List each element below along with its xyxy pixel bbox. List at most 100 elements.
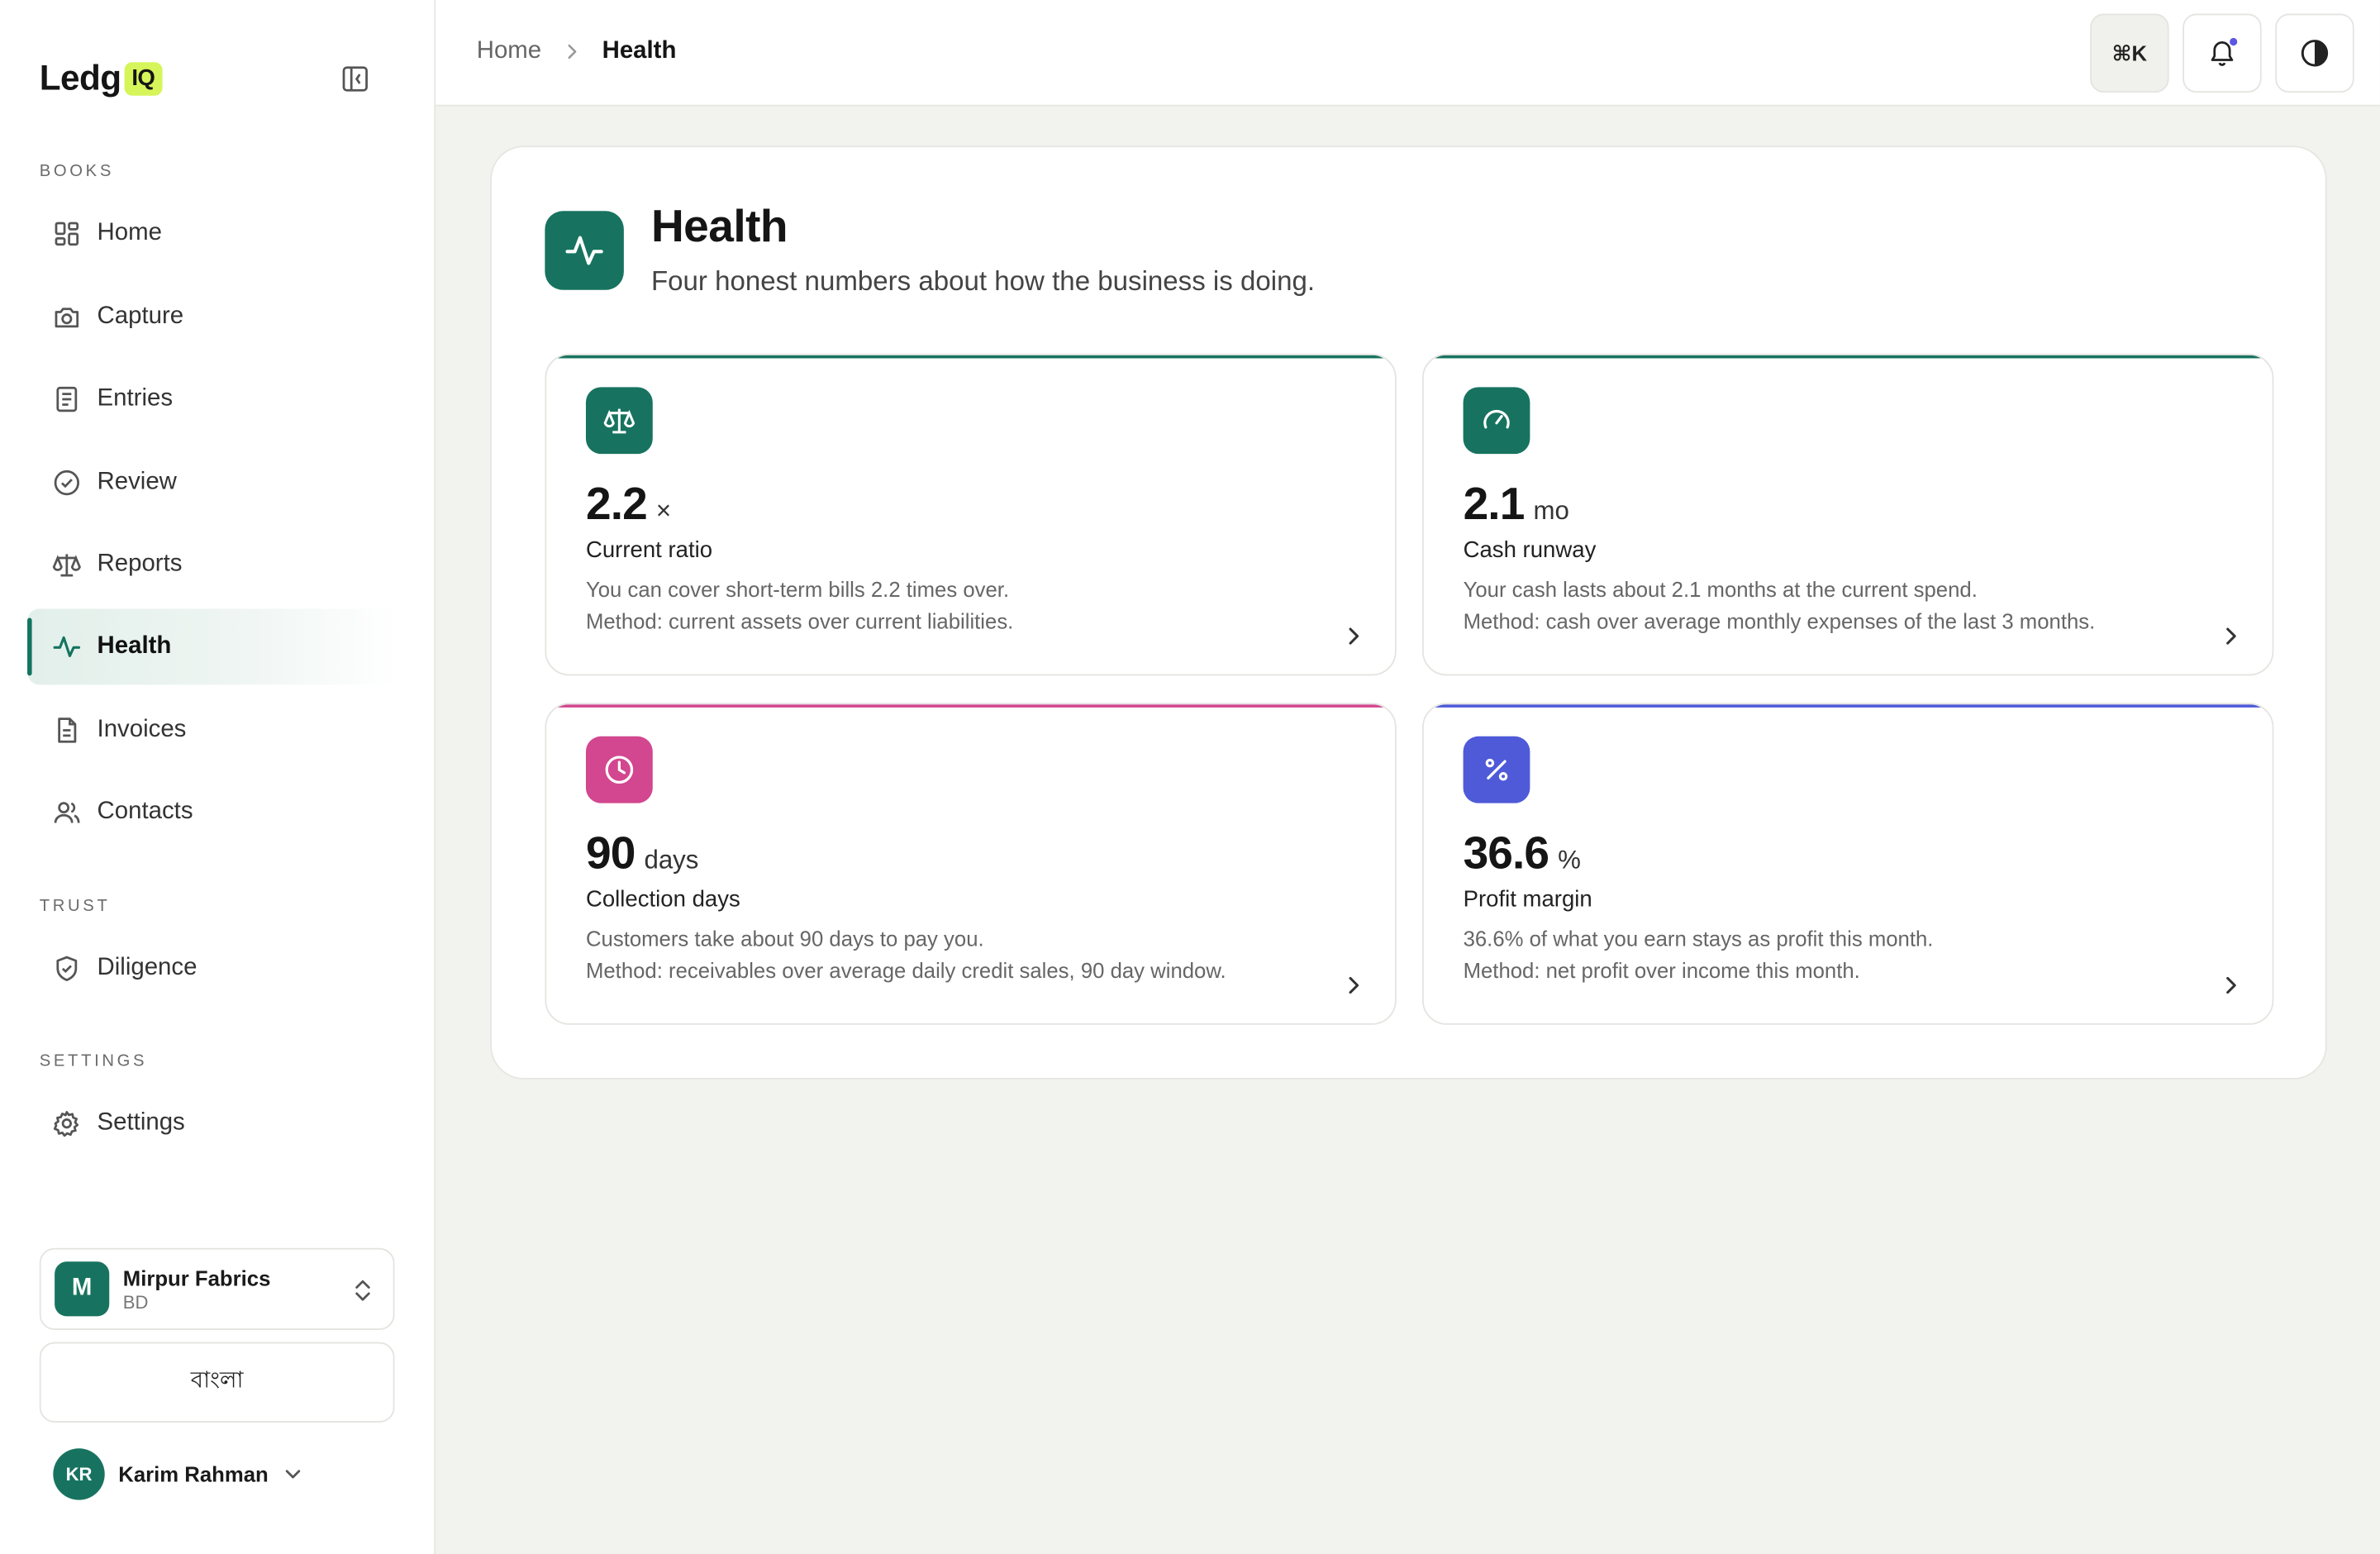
document-icon <box>58 717 77 743</box>
health-header-icon <box>545 211 624 290</box>
clock-icon <box>605 756 634 784</box>
sidebar-item-label: Review <box>97 469 177 495</box>
chevron-right-icon <box>1349 627 1359 645</box>
shield-check-icon <box>56 956 78 981</box>
chevron-down-icon <box>285 1470 300 1479</box>
metric-method: Method: receivables over average daily c… <box>585 957 1226 983</box>
gear-icon <box>53 1111 79 1137</box>
metric-method: Method: cash over average monthly expens… <box>1463 608 2096 633</box>
avatar: KR <box>53 1448 105 1500</box>
section-label-trust: TRUST <box>39 897 111 916</box>
sidebar-item-contacts[interactable]: Contacts <box>27 775 397 851</box>
sidebar: Ledg IQ BOOKS Home Capture Entries Revie… <box>0 0 436 1554</box>
sidebar-collapse-button[interactable] <box>337 60 374 97</box>
user-name: Karim Rahman <box>118 1461 269 1487</box>
metric-value: 2.2 <box>585 479 648 531</box>
breadcrumb: Home Health <box>477 38 677 65</box>
sidebar-item-label: Home <box>97 220 162 246</box>
chevron-up-down-icon <box>355 1280 370 1301</box>
sidebar-item-label: Capture <box>97 303 184 330</box>
sidebar-item-label: Health <box>97 632 172 660</box>
metric-unit: mo <box>1533 496 1569 526</box>
org-country: BD <box>122 1291 149 1313</box>
sidebar-item-health[interactable]: Health <box>27 608 398 685</box>
metric-accent-bar <box>546 704 1395 708</box>
metric-card-current-ratio[interactable]: 2.2 × Current ratio You can cover short-… <box>545 353 1397 676</box>
chevron-right-icon <box>2226 627 2236 645</box>
metric-card-profit-margin[interactable]: 36.6 % Profit margin 36.6% of what you e… <box>1421 703 2274 1025</box>
sidebar-item-diligence[interactable]: Diligence <box>27 931 397 1007</box>
metric-name: Profit margin <box>1463 886 1592 913</box>
sidebar-item-label: Invoices <box>97 716 187 743</box>
contrast-icon <box>2301 40 2329 67</box>
chevron-right-icon <box>1349 976 1359 994</box>
metric-unit: % <box>1558 846 1581 875</box>
org-name: Mirpur Fabrics <box>122 1265 271 1290</box>
health-panel: Health Four honest numbers about how the… <box>490 145 2327 1080</box>
top-bar: Home Health ⌘K <box>436 0 2380 107</box>
metric-accent-bar <box>1423 704 2273 708</box>
theme-toggle-button[interactable] <box>2275 13 2354 93</box>
sidebar-item-settings[interactable]: Settings <box>27 1085 397 1161</box>
sidebar-item-label: Reports <box>97 551 183 577</box>
org-switcher[interactable]: M Mirpur Fabrics BD <box>39 1247 395 1330</box>
sidebar-item-label: Settings <box>97 1109 185 1136</box>
metric-name: Cash runway <box>1463 537 1597 564</box>
sidebar-collapse-icon <box>342 66 368 92</box>
metric-icon <box>585 387 653 455</box>
metric-icon <box>1463 736 1530 803</box>
sidebar-item-invoices[interactable]: Invoices <box>27 693 397 769</box>
metric-name: Current ratio <box>585 537 713 564</box>
check-circle-icon <box>54 470 79 496</box>
user-menu[interactable]: KR Karim Rahman <box>53 1448 303 1500</box>
page-subtitle: Four honest numbers about how the busine… <box>650 265 1316 297</box>
sidebar-item-reports[interactable]: Reports <box>27 527 397 603</box>
metric-card-collection-days[interactable]: 90 days Collection days Customers take a… <box>545 703 1397 1025</box>
sidebar-item-label: Entries <box>97 385 174 412</box>
notification-dot <box>2230 37 2238 46</box>
sidebar-item-review[interactable]: Review <box>27 445 397 521</box>
metric-description: Customers take about 90 days to pay you. <box>585 926 984 951</box>
activity-icon <box>565 236 603 265</box>
section-label-books: BOOKS <box>39 162 114 181</box>
metric-value: 2.1 <box>1463 479 1526 531</box>
sidebar-item-label: Diligence <box>97 955 198 981</box>
metric-icon <box>585 736 653 803</box>
metric-value: 90 <box>585 828 635 879</box>
breadcrumb-current: Health <box>602 37 677 64</box>
sidebar-item-home[interactable]: Home <box>27 196 397 272</box>
metric-accent-bar <box>546 355 1395 359</box>
metric-icon <box>1463 387 1530 455</box>
command-palette-button[interactable]: ⌘K <box>2090 13 2169 93</box>
logo-text: Ledg <box>39 57 121 98</box>
metric-unit: × <box>655 496 672 526</box>
metric-description: 36.6% of what you earn stays as profit t… <box>1463 926 1934 951</box>
activity-icon <box>53 636 81 658</box>
logo-badge: IQ <box>124 61 163 95</box>
scale-icon <box>52 554 81 577</box>
metric-card-cash-runway[interactable]: 2.1 mo Cash runway Your cash lasts about… <box>1421 353 2274 676</box>
scale-icon <box>603 408 635 434</box>
page-title: Health <box>650 202 788 252</box>
metric-method: Method: net profit over income this mont… <box>1463 957 1860 983</box>
sidebar-item-capture[interactable]: Capture <box>27 279 397 355</box>
grid-icon <box>55 222 79 246</box>
metric-value: 36.6 <box>1463 828 1549 879</box>
users-icon <box>54 802 80 823</box>
camera-icon <box>55 307 79 328</box>
notifications-button[interactable] <box>2182 13 2262 93</box>
receipt-icon <box>56 386 78 412</box>
chevron-right-icon <box>567 44 576 60</box>
metric-description: You can cover short-term bills 2.2 times… <box>585 576 1010 602</box>
chevron-right-icon <box>2226 976 2236 994</box>
language-toggle-button[interactable]: বাংলা <box>39 1342 395 1423</box>
breadcrumb-home[interactable]: Home <box>477 38 541 65</box>
app-logo[interactable]: Ledg IQ <box>40 58 163 99</box>
metric-method: Method: current assets over current liab… <box>585 608 1014 633</box>
section-label-settings: SETTINGS <box>39 1051 148 1070</box>
sidebar-item-entries[interactable]: Entries <box>27 361 397 437</box>
org-avatar: M <box>55 1261 110 1317</box>
metric-unit: days <box>644 846 699 875</box>
metric-name: Collection days <box>585 886 740 913</box>
percent-icon <box>1485 758 1508 781</box>
